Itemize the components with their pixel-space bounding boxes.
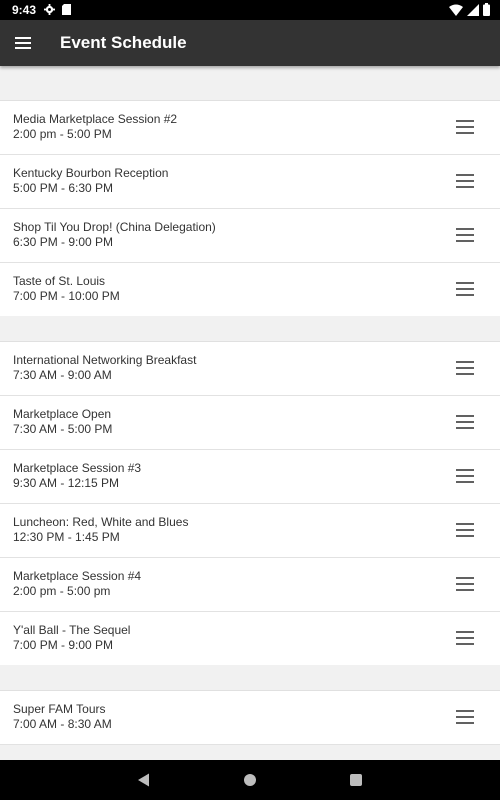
status-time: 9:43: [12, 3, 37, 17]
event-row[interactable]: Taste of St. Louis 7:00 PM - 10:00 PM: [0, 263, 500, 316]
day-separator: [0, 316, 500, 342]
event-time: 6:30 PM - 9:00 PM: [13, 235, 114, 249]
event-name: Y'all Ball - The Sequel: [13, 623, 131, 637]
drag-handle-icon[interactable]: [456, 631, 474, 645]
hamburger-menu-icon[interactable]: [12, 31, 36, 55]
event-name: Marketplace Session #3: [13, 461, 142, 475]
event-time: 12:30 PM - 1:45 PM: [13, 530, 120, 544]
drag-handle-icon[interactable]: [456, 415, 474, 429]
back-icon[interactable]: [137, 773, 151, 787]
event-time: 7:00 PM - 10:00 PM: [13, 289, 120, 303]
home-icon[interactable]: [244, 774, 256, 786]
drag-handle-icon[interactable]: [456, 523, 474, 537]
event-row[interactable]: Marketplace Session #3 9:30 AM - 12:15 P…: [0, 450, 500, 504]
event-row[interactable]: Kentucky Bourbon Reception 5:00 PM - 6:3…: [0, 155, 500, 209]
day-separator: [0, 665, 500, 691]
event-schedule-list[interactable]: Media Marketplace Session #2 2:00 pm - 5…: [0, 66, 500, 760]
drag-handle-icon[interactable]: [456, 120, 474, 134]
battery-icon: [483, 3, 490, 16]
event-name: Marketplace Open: [13, 407, 112, 421]
drag-handle-icon[interactable]: [456, 469, 474, 483]
drag-handle-icon[interactable]: [456, 282, 474, 296]
drag-handle-icon[interactable]: [456, 577, 474, 591]
drag-handle-icon[interactable]: [456, 228, 474, 242]
page-title: Event Schedule: [60, 33, 187, 52]
status-left-icons: [44, 4, 71, 15]
day-group: Media Marketplace Session #2 2:00 pm - 5…: [0, 101, 500, 316]
event-name: Shop Til You Drop! (China Delegation): [13, 220, 216, 234]
event-time: 7:00 PM - 9:00 PM: [13, 638, 114, 652]
event-row[interactable]: Super FAM Tours 7:00 AM - 8:30 AM: [0, 691, 500, 745]
event-row[interactable]: Media Marketplace Session #2 2:00 pm - 5…: [0, 101, 500, 155]
event-row[interactable]: Y'all Ball - The Sequel 7:00 PM - 9:00 P…: [0, 612, 500, 665]
gear-icon: [44, 4, 55, 15]
event-time: 9:30 AM - 12:15 PM: [13, 476, 120, 490]
signal-icon: [467, 3, 479, 16]
system-nav-bar: [0, 760, 500, 800]
event-row[interactable]: Marketplace Open 7:30 AM - 5:00 PM: [0, 396, 500, 450]
event-name: Kentucky Bourbon Reception: [13, 166, 169, 180]
event-time: 7:00 AM - 8:30 AM: [13, 717, 112, 731]
event-name: Luncheon: Red, White and Blues: [13, 515, 189, 529]
event-row[interactable]: Luncheon: Red, White and Blues 12:30 PM …: [0, 504, 500, 558]
event-time: 2:00 pm - 5:00 pm: [13, 584, 111, 598]
event-time: 7:30 AM - 9:00 AM: [13, 368, 112, 382]
sd-card-icon: [62, 4, 71, 15]
wifi-icon: [449, 4, 463, 16]
day-group: International Networking Breakfast 7:30 …: [0, 342, 500, 665]
event-name: International Networking Breakfast: [13, 353, 197, 367]
event-name: Super FAM Tours: [13, 702, 106, 716]
event-name: Taste of St. Louis: [13, 274, 106, 288]
drag-handle-icon[interactable]: [456, 710, 474, 724]
event-name: Marketplace Session #4: [13, 569, 142, 583]
event-row[interactable]: Shop Til You Drop! (China Delegation) 6:…: [0, 209, 500, 263]
day-separator: [0, 66, 500, 101]
event-row[interactable]: Marketplace Session #4 2:00 pm - 5:00 pm: [0, 558, 500, 612]
app-bar: Event Schedule: [0, 20, 500, 66]
day-group: Super FAM Tours 7:00 AM - 8:30 AM: [0, 691, 500, 745]
event-time: 2:00 pm - 5:00 PM: [13, 127, 112, 141]
event-name: Media Marketplace Session #2: [13, 112, 178, 126]
event-row[interactable]: International Networking Breakfast 7:30 …: [0, 342, 500, 396]
drag-handle-icon[interactable]: [456, 361, 474, 375]
recents-icon[interactable]: [350, 774, 362, 786]
screen: 9:43 Event Schedule Media Marketplace Se…: [0, 0, 500, 800]
event-time: 7:30 AM - 5:00 PM: [13, 422, 113, 436]
drag-handle-icon[interactable]: [456, 174, 474, 188]
status-bar: 9:43: [0, 0, 500, 20]
event-time: 5:00 PM - 6:30 PM: [13, 181, 114, 195]
status-right-icons: [449, 3, 490, 16]
